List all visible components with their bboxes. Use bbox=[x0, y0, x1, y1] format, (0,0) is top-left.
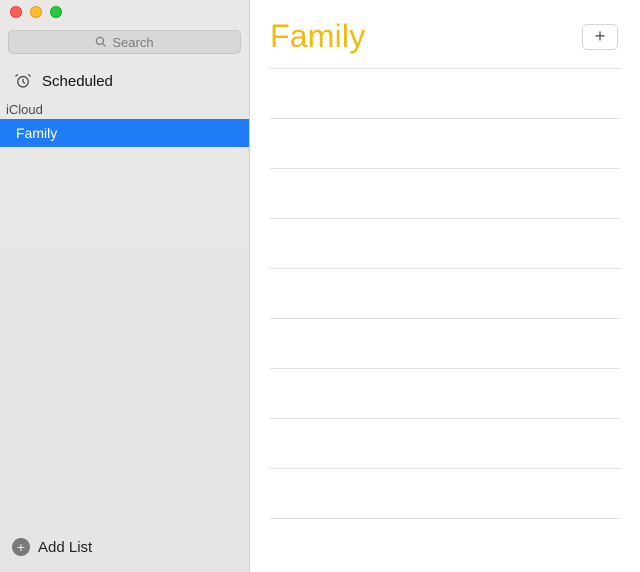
line-row bbox=[270, 61, 620, 69]
search-container: Search bbox=[0, 24, 249, 62]
line-row bbox=[270, 219, 620, 269]
line-row bbox=[270, 269, 620, 319]
list-title: Family bbox=[270, 18, 365, 55]
scheduled-label: Scheduled bbox=[42, 73, 113, 90]
add-list-button[interactable]: + Add List bbox=[0, 528, 249, 572]
sidebar: Search Scheduled iCloud Family + Add Lis… bbox=[0, 0, 250, 572]
alarm-clock-icon bbox=[14, 72, 32, 90]
minimize-window-button[interactable] bbox=[30, 6, 42, 18]
line-row bbox=[270, 469, 620, 519]
add-reminder-button[interactable]: + bbox=[582, 24, 618, 50]
search-placeholder: Search bbox=[112, 35, 153, 50]
main-panel: Family + bbox=[250, 0, 640, 572]
scheduled-item[interactable]: Scheduled bbox=[0, 62, 249, 96]
line-row bbox=[270, 419, 620, 469]
search-icon bbox=[95, 36, 107, 48]
plus-circle-icon: + bbox=[12, 538, 30, 556]
search-input[interactable]: Search bbox=[8, 30, 241, 54]
window-controls bbox=[0, 0, 249, 24]
close-window-button[interactable] bbox=[10, 6, 22, 18]
reminder-lines[interactable] bbox=[250, 61, 640, 572]
plus-icon: + bbox=[595, 26, 606, 47]
sidebar-spacer bbox=[0, 147, 249, 528]
main-header: Family + bbox=[250, 0, 640, 61]
add-list-label: Add List bbox=[38, 539, 92, 556]
line-row bbox=[270, 169, 620, 219]
sidebar-list-item-label: Family bbox=[16, 125, 57, 141]
maximize-window-button[interactable] bbox=[50, 6, 62, 18]
line-row bbox=[270, 69, 620, 119]
line-row bbox=[270, 319, 620, 369]
line-row bbox=[270, 119, 620, 169]
line-row bbox=[270, 369, 620, 419]
sidebar-section-label: iCloud bbox=[0, 96, 249, 119]
sidebar-list-item[interactable]: Family bbox=[0, 119, 249, 147]
